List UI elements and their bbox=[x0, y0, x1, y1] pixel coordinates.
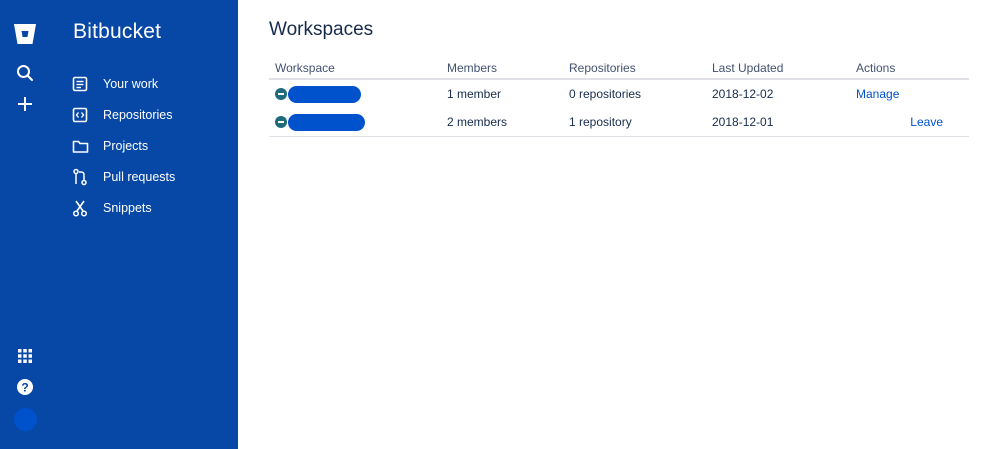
leave-link[interactable]: Leave bbox=[910, 115, 943, 129]
search-icon[interactable] bbox=[9, 57, 41, 89]
workspace-cell[interactable] bbox=[269, 108, 441, 137]
sidebar-item-label: Snippets bbox=[103, 201, 152, 215]
sidebar-item-snippets[interactable]: Snippets bbox=[70, 195, 230, 221]
repositories-cell: 1 repository bbox=[563, 108, 706, 137]
sidebar-item-label: Pull requests bbox=[103, 170, 176, 184]
your-work-icon bbox=[70, 74, 90, 94]
column-header-members: Members bbox=[441, 58, 563, 80]
sidebar-item-your-work[interactable]: Your work bbox=[70, 71, 230, 97]
members-cell: 2 members bbox=[441, 108, 563, 137]
column-header-last-updated: Last Updated bbox=[706, 58, 850, 80]
global-nav-rail: ? bbox=[0, 0, 50, 449]
workspace-avatar bbox=[275, 116, 287, 128]
sidebar-item-label: Projects bbox=[103, 139, 149, 153]
sidebar-item-label: Repositories bbox=[103, 108, 173, 122]
workspace-name-redacted[interactable] bbox=[288, 113, 365, 131]
table-row: 2 members 1 repository 2018-12-01 Leave bbox=[269, 108, 969, 137]
folder-icon bbox=[70, 136, 90, 156]
workspaces-table: Workspace Members Repositories Last Upda… bbox=[269, 58, 969, 137]
actions-cell: Manage bbox=[850, 79, 969, 108]
sidebar-item-repositories[interactable]: Repositories bbox=[70, 102, 230, 128]
column-header-workspace: Workspace bbox=[269, 58, 441, 80]
pull-request-icon bbox=[70, 167, 90, 187]
svg-text:?: ? bbox=[21, 381, 28, 395]
sidebar-item-projects[interactable]: Projects bbox=[70, 133, 230, 159]
app-root: ? Bitbucket Your work Repositories Proje… bbox=[0, 0, 999, 449]
workspace-avatar bbox=[275, 88, 287, 100]
sidebar-item-label: Your work bbox=[103, 77, 159, 91]
avatar[interactable] bbox=[14, 408, 37, 431]
workspace-cell[interactable] bbox=[269, 79, 441, 108]
sidebar-item-pull-requests[interactable]: Pull requests bbox=[70, 164, 230, 190]
last-updated-cell: 2018-12-01 bbox=[706, 108, 850, 137]
sidebar: Bitbucket Your work Repositories Project… bbox=[50, 0, 238, 449]
product-title[interactable]: Bitbucket bbox=[73, 20, 161, 44]
column-header-actions: Actions bbox=[850, 58, 969, 80]
snippets-icon bbox=[70, 198, 90, 218]
plus-icon[interactable] bbox=[9, 88, 41, 120]
bitbucket-logo-icon[interactable] bbox=[9, 18, 41, 50]
last-updated-cell: 2018-12-02 bbox=[712, 87, 774, 101]
table-row: 1 member 0 repositories 2018-12-02 Manag… bbox=[269, 79, 969, 108]
table-header-row: Workspace Members Repositories Last Upda… bbox=[269, 58, 969, 80]
column-header-repositories: Repositories bbox=[563, 58, 706, 80]
actions-cell: Leave bbox=[850, 108, 969, 137]
repositories-icon bbox=[70, 105, 90, 125]
manage-link[interactable]: Manage bbox=[856, 87, 899, 101]
workspace-name-redacted[interactable] bbox=[288, 85, 361, 103]
app-switcher-icon[interactable] bbox=[9, 340, 41, 372]
page-title: Workspaces bbox=[269, 19, 374, 40]
main-content: Workspaces Workspace Members Repositorie… bbox=[238, 0, 999, 449]
members-cell: 1 member bbox=[447, 87, 502, 101]
help-icon[interactable]: ? bbox=[9, 371, 41, 403]
repositories-cell: 0 repositories bbox=[569, 87, 642, 101]
